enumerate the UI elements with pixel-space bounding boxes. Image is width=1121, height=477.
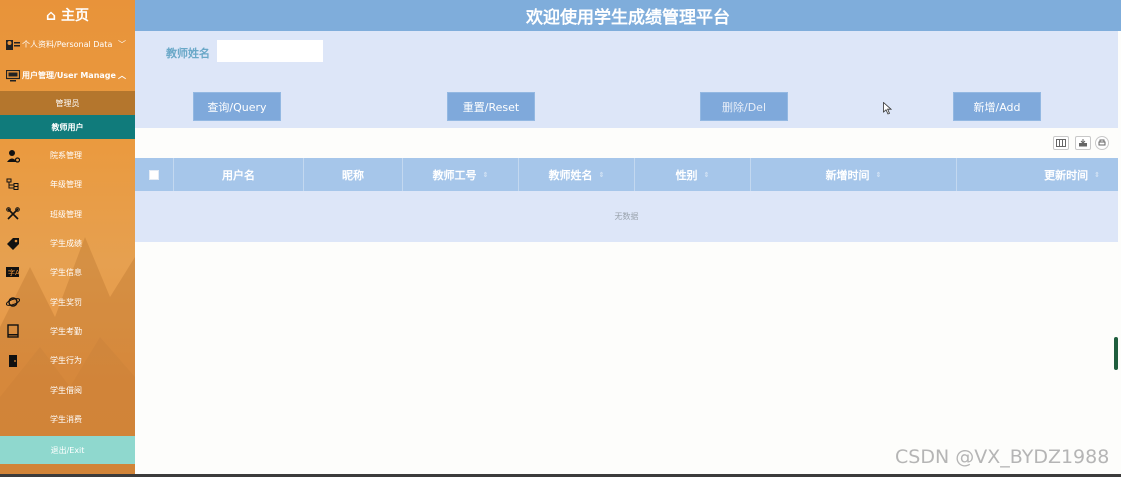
column-label: 更新时间: [1044, 168, 1089, 182]
reset-button[interactable]: 重置/Reset: [447, 92, 535, 121]
translate-icon: 字A: [5, 265, 21, 281]
column-label: 用户名: [222, 168, 255, 182]
home-link[interactable]: ⌂ 主页: [0, 0, 135, 29]
sidebar-item-consumption[interactable]: 学生消费: [0, 405, 135, 434]
chevron-down-icon: ﹀: [118, 40, 126, 49]
column-header-updated-time[interactable]: 更新时间 ⇕: [957, 158, 1118, 191]
sidebar-item-department[interactable]: 院系管理: [0, 141, 135, 170]
columns-icon[interactable]: [1053, 136, 1069, 150]
column-label: 教师工号: [432, 168, 477, 182]
user-gear-icon: [5, 148, 21, 164]
watermark: CSDN @VX_BYDZ1988: [895, 446, 1110, 468]
sitemap-icon: [5, 177, 21, 193]
sidebar-item-label: 学生行为: [50, 356, 82, 366]
column-header-created-time[interactable]: 新增时间 ⇕: [751, 158, 957, 191]
print-icon[interactable]: [1095, 136, 1109, 150]
sidebar-group-label: 个人资料/Personal Data: [22, 40, 113, 49]
select-all-cell: [135, 158, 174, 191]
column-label: 新增时间: [825, 168, 870, 182]
column-header-teacher-name[interactable]: 教师姓名 ⇕: [519, 158, 635, 191]
sidebar-sub-label: 教师用户: [51, 122, 84, 132]
sort-icon: ⇕: [703, 170, 710, 179]
column-label: 教师姓名: [548, 168, 593, 182]
scrollbar-thumb[interactable]: [1114, 337, 1118, 370]
sidebar-item-label: 院系管理: [50, 151, 82, 161]
sidebar-item-label: 学生消费: [50, 414, 82, 424]
export-icon[interactable]: [1075, 136, 1091, 150]
svg-text:字A: 字A: [8, 268, 20, 277]
sidebar-item-class[interactable]: 班级管理: [0, 200, 135, 229]
sidebar-item-borrowing[interactable]: 学生借阅: [0, 375, 135, 404]
sidebar-sub-admin[interactable]: 管理员: [0, 91, 135, 115]
table-toolbar: [135, 128, 1118, 158]
query-button[interactable]: 查询/Query: [193, 92, 281, 121]
empty-text: 无数据: [614, 212, 639, 221]
door-icon: [5, 353, 21, 369]
tag-icon: [5, 236, 21, 252]
id-card-icon: [6, 39, 20, 50]
sidebar-group-personal-data[interactable]: 个人资料/Personal Data ﹀: [0, 29, 135, 60]
page-title: 欢迎使用学生成绩管理平台: [135, 0, 1121, 31]
sidebar-item-label: 班级管理: [50, 209, 82, 219]
sidebar-group-user-manage[interactable]: 用户管理/User Manage ︿: [0, 60, 135, 91]
sidebar-item-label: 学生考勤: [50, 326, 82, 336]
planet-icon: [5, 294, 21, 310]
mouse-cursor-icon: [883, 102, 892, 115]
sidebar-item-grade[interactable]: 年级管理: [0, 170, 135, 199]
sidebar-item-label: 学生信息: [50, 268, 82, 278]
column-header-nickname[interactable]: 昵称: [304, 158, 403, 191]
sidebar-item-label: 学生借阅: [50, 385, 82, 395]
sidebar-item-rewards[interactable]: 学生奖罚: [0, 287, 135, 316]
monitor-icon: [6, 69, 20, 81]
table-header: 用户名 昵称 教师工号 ⇕ 教师姓名 ⇕ 性别 ⇕ 新增时间 ⇕ 更新时间 ⇕: [135, 158, 1118, 191]
sidebar-sub-label: 管理员: [55, 98, 80, 108]
chevron-up-icon: ︿: [118, 71, 126, 80]
sort-icon: ⇕: [875, 170, 882, 179]
sidebar-item-label: 年级管理: [50, 180, 82, 190]
sort-icon: ⇕: [598, 170, 605, 179]
sidebar-sub-teacher-users[interactable]: 教师用户: [0, 115, 135, 139]
sidebar-item-student-info[interactable]: 字A 学生信息: [0, 258, 135, 287]
column-header-username[interactable]: 用户名: [174, 158, 304, 191]
sort-icon: ⇕: [1094, 170, 1100, 179]
tools-icon: [5, 206, 21, 222]
column-header-teacher-id[interactable]: 教师工号 ⇕: [403, 158, 519, 191]
column-header-gender[interactable]: 性别 ⇕: [635, 158, 751, 191]
sidebar-item-label: 学生成绩: [50, 239, 82, 249]
sidebar-item-behavior[interactable]: 学生行为: [0, 346, 135, 375]
book-icon: [5, 323, 21, 339]
sidebar: ⌂ 主页 个人资料/Personal Data ﹀ 用户管理/User Mana…: [0, 0, 135, 477]
column-label: 昵称: [342, 168, 364, 182]
table-empty-row: 无数据: [135, 191, 1118, 242]
teacher-name-input[interactable]: [217, 40, 323, 62]
search-panel: 教师姓名 查询/Query 重置/Reset 删除/Del 新增/Add: [135, 31, 1118, 128]
column-label: 性别: [675, 168, 698, 182]
add-button[interactable]: 新增/Add: [953, 92, 1041, 121]
sort-icon: ⇕: [482, 170, 489, 179]
sidebar-group-label: 用户管理/User Manage: [22, 71, 116, 80]
delete-button[interactable]: 删除/Del: [700, 92, 788, 121]
select-all-checkbox[interactable]: [149, 169, 159, 180]
sidebar-item-scores[interactable]: 学生成绩: [0, 229, 135, 258]
sidebar-item-label: 学生奖罚: [50, 297, 82, 307]
exit-button[interactable]: 退出/Exit: [0, 436, 135, 464]
teacher-name-label: 教师姓名: [166, 47, 210, 60]
sidebar-item-attendance[interactable]: 学生考勤: [0, 317, 135, 346]
